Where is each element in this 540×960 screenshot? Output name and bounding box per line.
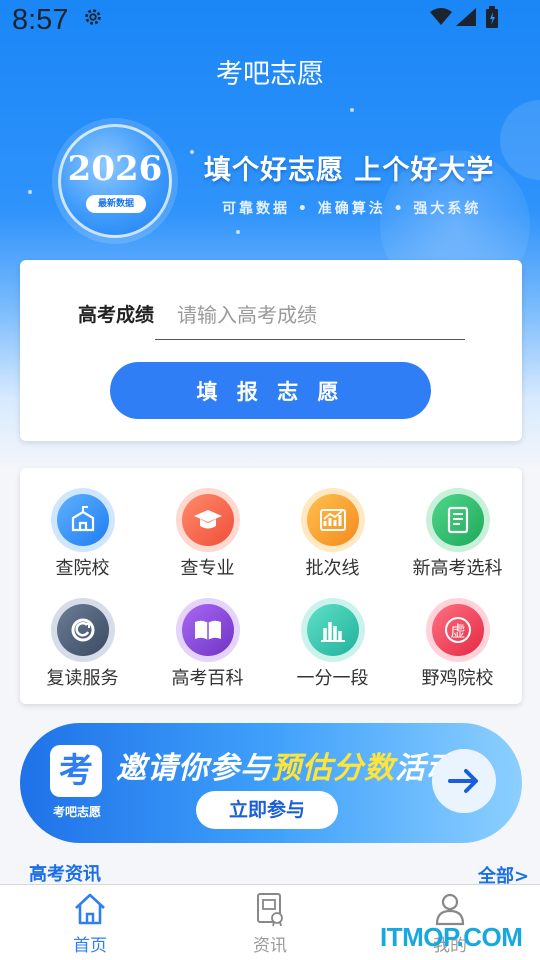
feature-item-encyclopedia[interactable]: 高考百科 bbox=[145, 578, 270, 689]
hero-sub-slogan: 可靠数据 • 准确算法 • 强大系统 bbox=[222, 201, 482, 217]
arrow-right-icon[interactable] bbox=[432, 749, 496, 813]
promo-headline-highlight: 预估分数 bbox=[271, 751, 395, 786]
news-section-title: 高考资讯 bbox=[29, 864, 101, 885]
hero-sparkle bbox=[236, 230, 240, 234]
score-input[interactable] bbox=[155, 290, 465, 340]
watermark: ITMOP.COM bbox=[380, 922, 523, 952]
hero-sparkle bbox=[190, 150, 194, 154]
document-icon bbox=[426, 488, 490, 552]
school-icon bbox=[51, 488, 115, 552]
fake-badge-char: 虚 bbox=[450, 622, 465, 640]
app-logo-name: 考吧志愿 bbox=[52, 805, 101, 819]
columns-chart-icon bbox=[301, 598, 365, 662]
app-logo: 考 bbox=[50, 745, 102, 797]
promo-headline-prefix: 邀请你参与 bbox=[116, 751, 271, 786]
promo-banner[interactable]: 考 考吧志愿 邀请你参与预估分数活动 立即参与 bbox=[20, 723, 522, 843]
feature-item-schools[interactable]: 查院校 bbox=[20, 468, 145, 579]
feature-label: 一分一段 bbox=[296, 668, 369, 689]
tab-home[interactable]: 首页 bbox=[0, 885, 180, 960]
tab-news[interactable]: 资讯 bbox=[180, 885, 360, 960]
home-icon bbox=[75, 893, 105, 925]
hero-slogan: 填个好志愿 上个好大学 bbox=[204, 155, 495, 186]
score-label: 高考成绩 bbox=[78, 304, 155, 326]
feature-label: 查专业 bbox=[180, 558, 235, 579]
promo-headline: 邀请你参与预估分数活动 bbox=[116, 743, 457, 787]
book-icon bbox=[176, 598, 240, 662]
feature-label: 查院校 bbox=[55, 558, 110, 579]
tab-label: 首页 bbox=[73, 936, 107, 956]
feature-item-subject-selection[interactable]: 新高考选科 bbox=[395, 468, 520, 579]
settings-gear-icon bbox=[85, 9, 101, 25]
badge-year: 2026 bbox=[67, 149, 163, 189]
feature-item-score-distribution[interactable]: 一分一段 bbox=[270, 578, 395, 689]
year-badge: 2026 最新数据 bbox=[58, 124, 172, 238]
score-form-card: 高考成绩 填 报 志 愿 bbox=[20, 260, 522, 441]
feature-item-repeat-service[interactable]: 复读服务 bbox=[20, 578, 145, 689]
fill-application-button[interactable]: 填 报 志 愿 bbox=[110, 362, 431, 419]
join-now-button[interactable]: 立即参与 bbox=[196, 791, 338, 829]
feature-label: 野鸡院校 bbox=[421, 668, 494, 689]
status-bar: 8:57 bbox=[0, 0, 540, 40]
feature-label: 批次线 bbox=[305, 558, 360, 579]
feature-label: 复读服务 bbox=[46, 668, 119, 689]
battery-icon bbox=[486, 6, 498, 28]
fake-badge-icon: 虚 bbox=[426, 598, 490, 662]
feature-label: 高考百科 bbox=[171, 668, 244, 689]
cell-signal-icon bbox=[456, 8, 476, 26]
page-title: 考吧志愿 bbox=[216, 59, 324, 90]
refresh-icon bbox=[51, 598, 115, 662]
hero-sparkle bbox=[28, 190, 32, 194]
feature-item-majors[interactable]: 查专业 bbox=[145, 468, 270, 579]
wifi-icon bbox=[430, 8, 452, 25]
graduation-cap-icon bbox=[176, 488, 240, 552]
hero-sparkle bbox=[350, 108, 354, 112]
badge-tag: 最新数据 bbox=[86, 195, 146, 213]
hero-glow bbox=[500, 100, 540, 180]
feature-item-fake-colleges[interactable]: 虚 野鸡院校 bbox=[395, 578, 520, 689]
news-icon bbox=[257, 893, 283, 927]
feature-label: 新高考选科 bbox=[412, 558, 503, 579]
status-time: 8:57 bbox=[12, 4, 69, 36]
feature-item-batch-lines[interactable]: 批次线 bbox=[270, 468, 395, 579]
bar-chart-icon bbox=[301, 488, 365, 552]
feature-grid: 查院校 查专业 批次线 新高考选科 复读服务 高考百科 一分一段 虚 野鸡院校 bbox=[20, 468, 522, 704]
tab-label: 资讯 bbox=[253, 936, 287, 956]
